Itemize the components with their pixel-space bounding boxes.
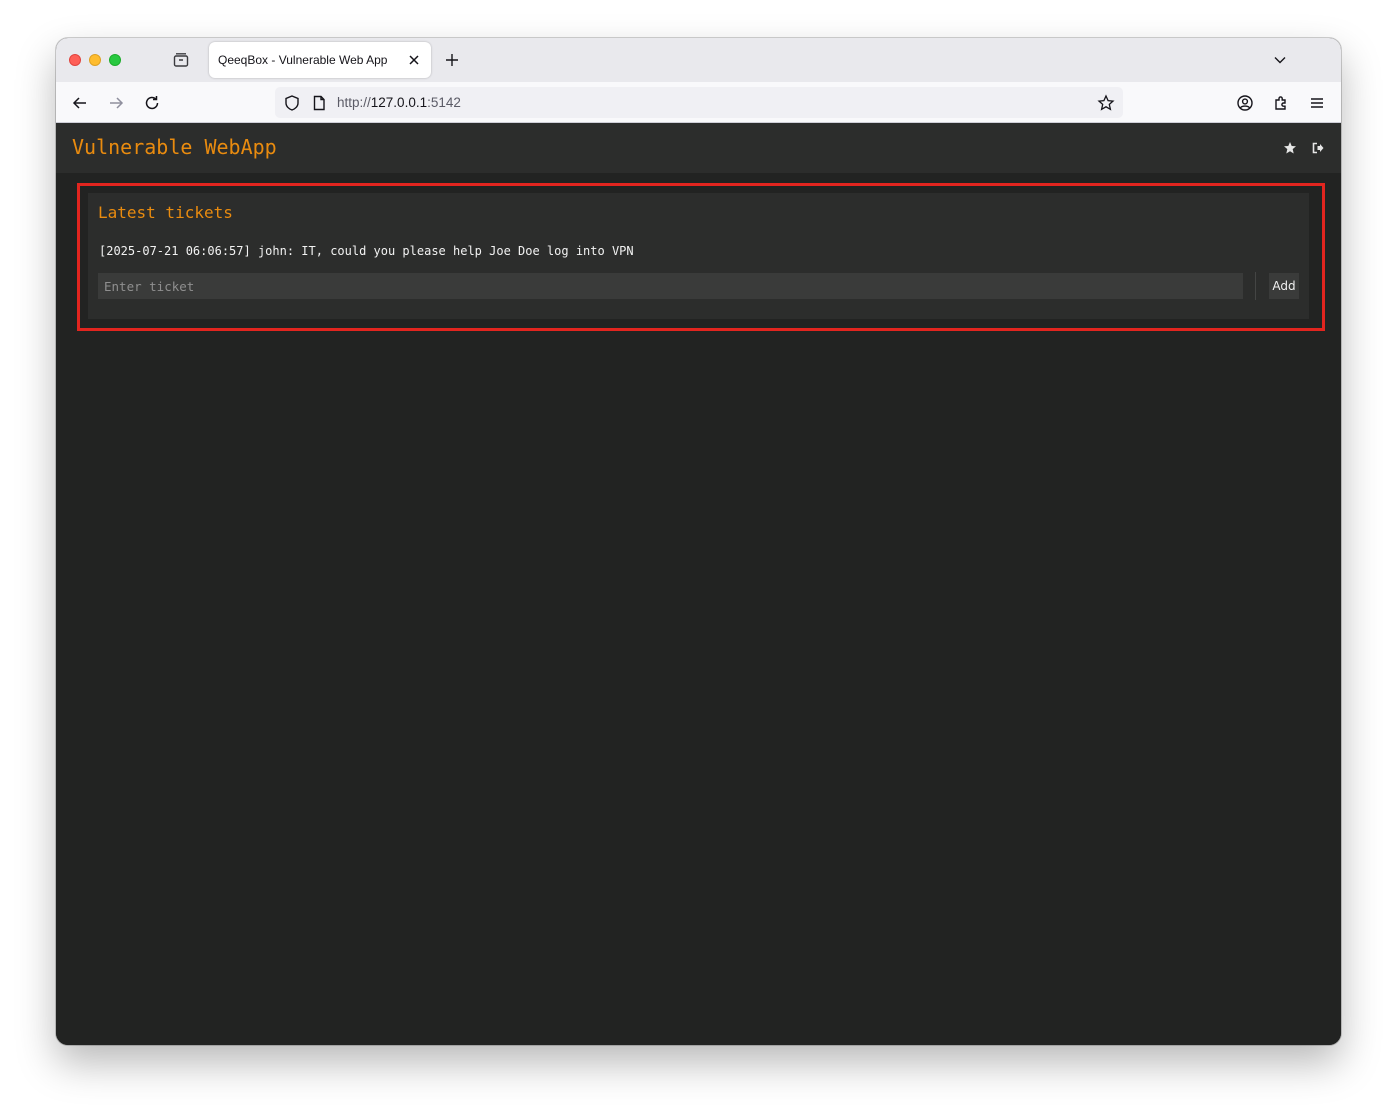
tickets-heading: Latest tickets <box>98 203 233 222</box>
tab-overview-icon[interactable] <box>172 51 190 69</box>
url-host: 127.0.0.1 <box>370 95 428 110</box>
forward-arrow-icon[interactable] <box>107 94 125 112</box>
url-bar[interactable]: http://127.0.0.1:5142 <box>275 87 1123 118</box>
chevron-down-icon[interactable] <box>1273 53 1287 67</box>
input-divider <box>1255 272 1256 300</box>
app-title[interactable]: Vulnerable WebApp <box>72 135 277 159</box>
tab-active[interactable]: QeeqBox - Vulnerable Web App <box>209 42 431 78</box>
close-icon[interactable] <box>407 53 421 67</box>
back-arrow-icon[interactable] <box>71 94 89 112</box>
url-scheme: http:// <box>337 95 371 110</box>
app-header: Vulnerable WebApp <box>56 123 1341 173</box>
menu-icon[interactable] <box>1308 94 1326 112</box>
maximize-window-button[interactable] <box>109 54 121 66</box>
page-icon <box>310 94 328 112</box>
shield-icon[interactable] <box>283 94 301 112</box>
minimize-window-button[interactable] <box>89 54 101 66</box>
browser-window: QeeqBox - Vulnerable Web App http://127.… <box>56 38 1341 1045</box>
reload-icon[interactable] <box>143 94 161 112</box>
close-window-button[interactable] <box>69 54 81 66</box>
account-icon[interactable] <box>1236 94 1254 112</box>
tickets-card: Latest tickets [2025-07-21 06:06:57] joh… <box>88 193 1309 319</box>
plus-icon[interactable] <box>444 52 460 68</box>
logout-icon[interactable] <box>1311 141 1325 155</box>
ticket-item: [2025-07-21 06:06:57] john: IT, could yo… <box>99 244 634 258</box>
navigation-bar: http://127.0.0.1:5142 <box>56 82 1341 123</box>
ticket-input[interactable] <box>98 273 1243 299</box>
tab-strip: QeeqBox - Vulnerable Web App <box>56 38 1341 82</box>
url-port: :5142 <box>427 95 461 110</box>
star-icon[interactable] <box>1283 141 1297 155</box>
bookmark-star-icon[interactable] <box>1097 94 1115 112</box>
page-content: Vulnerable WebApp Latest tickets [2025-0… <box>56 123 1341 1045</box>
tab-title: QeeqBox - Vulnerable Web App <box>218 53 388 67</box>
add-button[interactable]: Add <box>1269 273 1299 299</box>
url-text[interactable]: http://127.0.0.1:5142 <box>337 95 461 110</box>
extensions-icon[interactable] <box>1272 94 1290 112</box>
